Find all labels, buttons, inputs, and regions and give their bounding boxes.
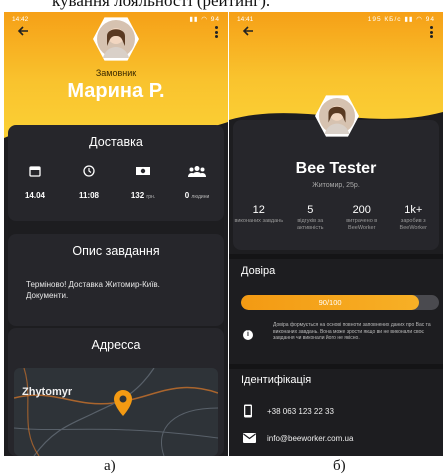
caption-a: а) xyxy=(104,458,116,474)
task-description-card: Опис завдання Терміново! Доставка Житоми… xyxy=(8,234,224,326)
info-icon: i xyxy=(243,330,253,340)
stat-reviews: 5 відгуків за активність xyxy=(297,204,324,231)
map-city-label: Zhytomyr xyxy=(22,386,73,398)
task-text: Терміново! Доставка Житомир-Київ. Докуме… xyxy=(26,280,160,300)
worker-city: Житомир, 25р. xyxy=(312,182,360,189)
delivery-card: Доставка 14.04 11:08 132 грн. 0 людини xyxy=(8,125,224,221)
phone-icon xyxy=(244,404,252,418)
back-arrow-icon[interactable] xyxy=(241,24,255,38)
task-title: Опис завдання xyxy=(72,244,160,258)
stat-earned: 1k+ заробив з BeeWorker xyxy=(399,204,427,231)
address-title: Адресса xyxy=(91,338,141,352)
trust-progress-fill: 90/100 xyxy=(241,295,420,310)
delivery-date: 14.04 xyxy=(8,165,62,200)
more-menu-icon[interactable] xyxy=(429,26,433,38)
stat-completed: 12 виконаних завдань xyxy=(234,204,284,224)
back-arrow-icon[interactable] xyxy=(16,24,30,38)
delivery-time: 11:08 xyxy=(62,165,116,200)
user-role: Замовник xyxy=(95,68,137,78)
trust-info-text: Довіра формується на основі повноти запо… xyxy=(273,322,431,341)
screen-b-worker-profile: 14:41 195 КБ/с ▮▮ ◠ 94 Bee Tester Житоми… xyxy=(229,12,443,456)
map-pin-icon[interactable] xyxy=(114,390,132,416)
email-icon xyxy=(243,433,256,443)
user-name: Марина Р. xyxy=(67,80,165,102)
calendar-icon xyxy=(29,166,41,177)
delivery-people: 0 людини xyxy=(170,165,224,200)
phone-number[interactable]: +38 063 123 22 33 xyxy=(267,407,334,416)
status-time: 14:42 xyxy=(12,15,29,23)
email-address[interactable]: info@beeworker.com.ua xyxy=(267,434,353,443)
profile-card: Bee Tester Житомир, 25р. 12 виконаних зав… xyxy=(233,95,439,250)
money-icon xyxy=(136,167,150,175)
trust-progress-bar: 90/100 xyxy=(241,295,439,310)
caption-b: б) xyxy=(333,458,346,474)
stat-spent: 200 витрачено в BeeWorker xyxy=(346,204,378,231)
people-icon xyxy=(188,166,206,177)
identification-title: Ідентифікація xyxy=(241,374,312,386)
status-bar: 14:41 195 КБ/с ▮▮ ◠ 94 xyxy=(237,14,435,24)
status-icons: 195 КБ/с ▮▮ ◠ 94 xyxy=(367,16,435,23)
status-icons: ▮▮ ◠ 94 xyxy=(189,16,220,23)
section-divider xyxy=(229,254,443,259)
trust-title: Довіра xyxy=(241,265,276,277)
address-card: Адресса Zhytomyr xyxy=(8,328,224,456)
delivery-price: 132 грн. xyxy=(116,165,170,200)
worker-name: Bee Tester xyxy=(295,160,377,177)
status-time: 14:41 xyxy=(237,15,254,23)
screen-a-customer-task: 14:42 ▮▮ ◠ 94 Замовник Марина Р. Доставк… xyxy=(4,12,228,456)
delivery-title: Доставка xyxy=(89,135,143,149)
more-menu-icon[interactable] xyxy=(214,26,218,38)
map-view[interactable]: Zhytomyr xyxy=(14,368,218,456)
clock-icon xyxy=(83,165,95,177)
top-caption: кування лояльності (рейтинг). xyxy=(52,0,271,10)
section-divider xyxy=(229,364,443,369)
